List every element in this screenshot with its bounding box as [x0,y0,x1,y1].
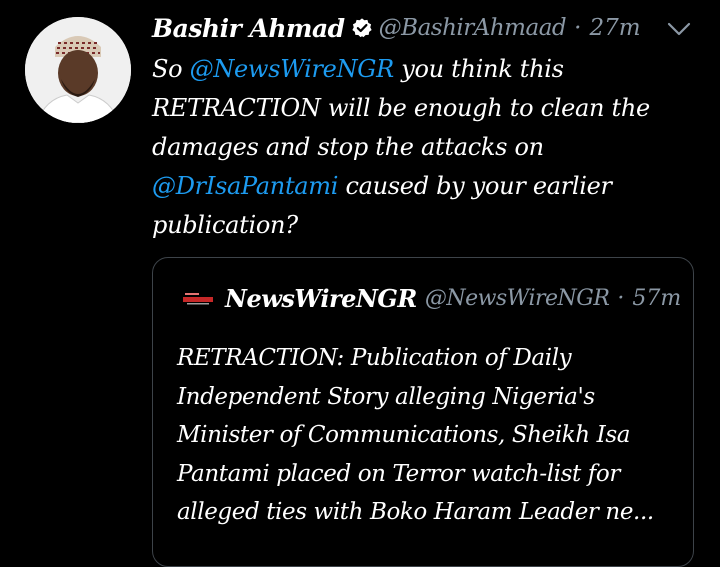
quoted-tweet-header: NewsWireNGR @NewsWireNGR · 57m [181,284,681,313]
separator-dot: · [574,15,582,41]
tweet-header: Bashir Ahmad @BashirAhmaad · 27m [152,10,641,46]
profile-photo-icon [25,17,131,123]
quoted-separator-dot: · [617,286,625,311]
chevron-down-icon[interactable] [666,20,692,38]
user-handle[interactable]: @BashirAhmaad [379,15,567,41]
display-name[interactable]: Bashir Ahmad [152,14,345,43]
quoted-display-name[interactable]: NewsWireNGR [225,284,417,313]
newswire-logo-icon[interactable] [181,288,215,309]
quoted-tweet-card[interactable]: NewsWireNGR @NewsWireNGR · 57m RETRACTIO… [152,257,694,567]
quoted-tweet-text: RETRACTION: Publication of Daily Indepen… [177,345,654,525]
mention-link-newswirengr[interactable]: @NewsWireNGR [190,55,395,83]
avatar[interactable] [25,17,131,123]
tweet-timestamp[interactable]: 27m [589,15,640,41]
verified-badge-icon [351,17,373,39]
tweet-text-part: So [152,55,190,83]
tweet[interactable]: Bashir Ahmad @BashirAhmaad · 27m So @New… [0,0,720,567]
mention-link-drisapantami[interactable]: @DrIsaPantami [152,172,338,200]
tweet-text: So @NewsWireNGR you think this RETRACTIO… [152,50,652,245]
quoted-tweet-timestamp[interactable]: 57m [632,286,681,311]
quoted-user-handle[interactable]: @NewsWireNGR [425,286,610,311]
